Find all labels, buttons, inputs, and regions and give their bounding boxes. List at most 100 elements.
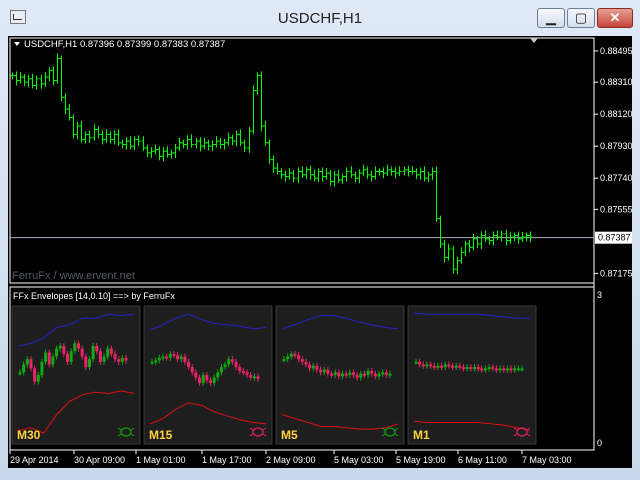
title-bar[interactable]: USDCHF,H1 ▁ ▢ ✕	[0, 0, 640, 36]
mini-candle	[109, 348, 113, 354]
mini-candle	[414, 361, 418, 364]
panel-timeframe-label: M1	[413, 428, 430, 442]
mini-candle	[150, 361, 154, 364]
mini-candle	[219, 367, 223, 373]
close-button[interactable]: ✕	[597, 8, 633, 28]
mini-candle	[58, 345, 62, 349]
mini-candle	[370, 371, 374, 374]
time-tick-label: 5 May 19:00	[396, 455, 446, 465]
mini-candle	[472, 367, 476, 370]
mini-candle	[388, 373, 392, 376]
indicator-label: FFx Envelopes [14,0.10] ==> by FerruFx	[13, 291, 175, 301]
panel-timeframe-label: M5	[281, 428, 298, 442]
panel-timeframe-label: M30	[17, 428, 41, 442]
mini-candle	[322, 369, 326, 373]
mini-candle	[33, 368, 37, 382]
mini-candle	[502, 368, 506, 371]
mini-candle	[102, 356, 106, 362]
price-tick-label: 0.87555	[600, 204, 632, 214]
mini-candle	[238, 367, 242, 372]
envelope-panel-m30[interactable]: M30	[11, 305, 141, 445]
mini-candle	[458, 365, 462, 368]
mini-candle	[252, 376, 256, 379]
mini-candle	[154, 360, 158, 363]
mini-candle	[498, 368, 502, 371]
mini-candle	[311, 365, 315, 369]
price-candles	[10, 53, 533, 275]
mini-candle	[429, 364, 433, 367]
mini-candle	[80, 348, 84, 357]
mini-candle	[249, 375, 253, 378]
envelope-panel-m1[interactable]: M1	[407, 305, 537, 445]
mini-candle	[300, 359, 304, 362]
mini-candle	[483, 368, 487, 371]
mini-candle	[293, 353, 297, 356]
mini-candle	[44, 352, 48, 362]
mini-candle	[421, 364, 425, 367]
panel-background	[407, 305, 537, 445]
mini-candle	[120, 357, 124, 362]
mini-candle	[513, 368, 517, 371]
mini-candle	[87, 359, 91, 368]
mini-candle	[377, 373, 381, 377]
mini-candle	[366, 371, 370, 375]
chart-shift-marker-icon[interactable]	[530, 38, 538, 43]
mini-candle	[505, 368, 509, 371]
mini-candle	[22, 364, 26, 373]
mini-candle	[480, 368, 484, 371]
chart-watermark: FerruFx / www.ervent.net	[12, 270, 135, 282]
mini-candle	[40, 361, 44, 375]
mini-candle	[465, 367, 469, 370]
mini-candle	[340, 373, 344, 377]
mini-candle	[95, 345, 99, 352]
time-tick-label: 7 May 03:00	[522, 455, 572, 465]
mini-candle	[326, 369, 330, 374]
mini-candle	[256, 376, 260, 379]
mini-candle	[308, 364, 312, 369]
mini-candle	[124, 357, 128, 361]
maximize-button[interactable]: ▢	[567, 8, 595, 28]
time-axis: 29 Apr 2014 30 Apr 09:00 1 May 01:00 1 May …	[9, 450, 572, 465]
minimize-button[interactable]: ▁	[537, 8, 565, 28]
mini-candle	[208, 380, 212, 383]
mini-candle	[113, 353, 117, 360]
indicator-scale-top: 3	[597, 290, 602, 300]
mini-candle	[348, 372, 352, 375]
mini-candle	[447, 364, 451, 367]
mini-candle	[98, 351, 102, 362]
mini-candle	[516, 368, 520, 371]
mini-candle	[384, 372, 388, 375]
mini-candle	[51, 356, 55, 365]
mini-candle	[234, 361, 238, 368]
mini-candle	[454, 365, 458, 368]
price-tick-label: 0.88310	[600, 77, 632, 87]
envelope-panel-m15[interactable]: M15	[143, 305, 273, 445]
panel-timeframe-label: M15	[149, 428, 173, 442]
mini-candle	[451, 365, 455, 368]
mini-candle	[373, 373, 377, 377]
minimize-icon: ▁	[546, 10, 556, 25]
chart-area[interactable]: USDCHF,H1 0.87396 0.87399 0.87383 0.8738…	[8, 36, 633, 468]
time-tick-label: 30 Apr 09:00	[74, 455, 125, 465]
symbol-dropdown-icon[interactable]	[14, 42, 20, 46]
mini-candle	[183, 356, 187, 362]
mini-candle	[297, 355, 301, 360]
current-price-label: 0.87387	[598, 233, 631, 243]
envelope-panel-m5[interactable]: M5	[275, 305, 405, 445]
mini-candle	[520, 368, 524, 371]
mini-candle	[469, 367, 473, 370]
mini-candle	[179, 356, 183, 360]
mini-candle	[432, 365, 436, 368]
time-tick-label: 6 May 11:00	[458, 455, 507, 465]
mini-candle	[289, 353, 293, 357]
mini-candle	[381, 372, 385, 375]
main-plot-frame	[9, 37, 595, 284]
mini-candle	[176, 355, 180, 360]
mini-candle	[161, 356, 165, 359]
mini-candle	[216, 372, 220, 378]
mini-candle	[73, 343, 77, 352]
mini-candle	[333, 372, 337, 375]
mini-candle	[491, 367, 495, 370]
chart-svg[interactable]: USDCHF,H1 0.87396 0.87399 0.87383 0.8738…	[8, 36, 633, 468]
chart-header: USDCHF,H1 0.87396 0.87399 0.87383 0.8738…	[24, 39, 225, 50]
